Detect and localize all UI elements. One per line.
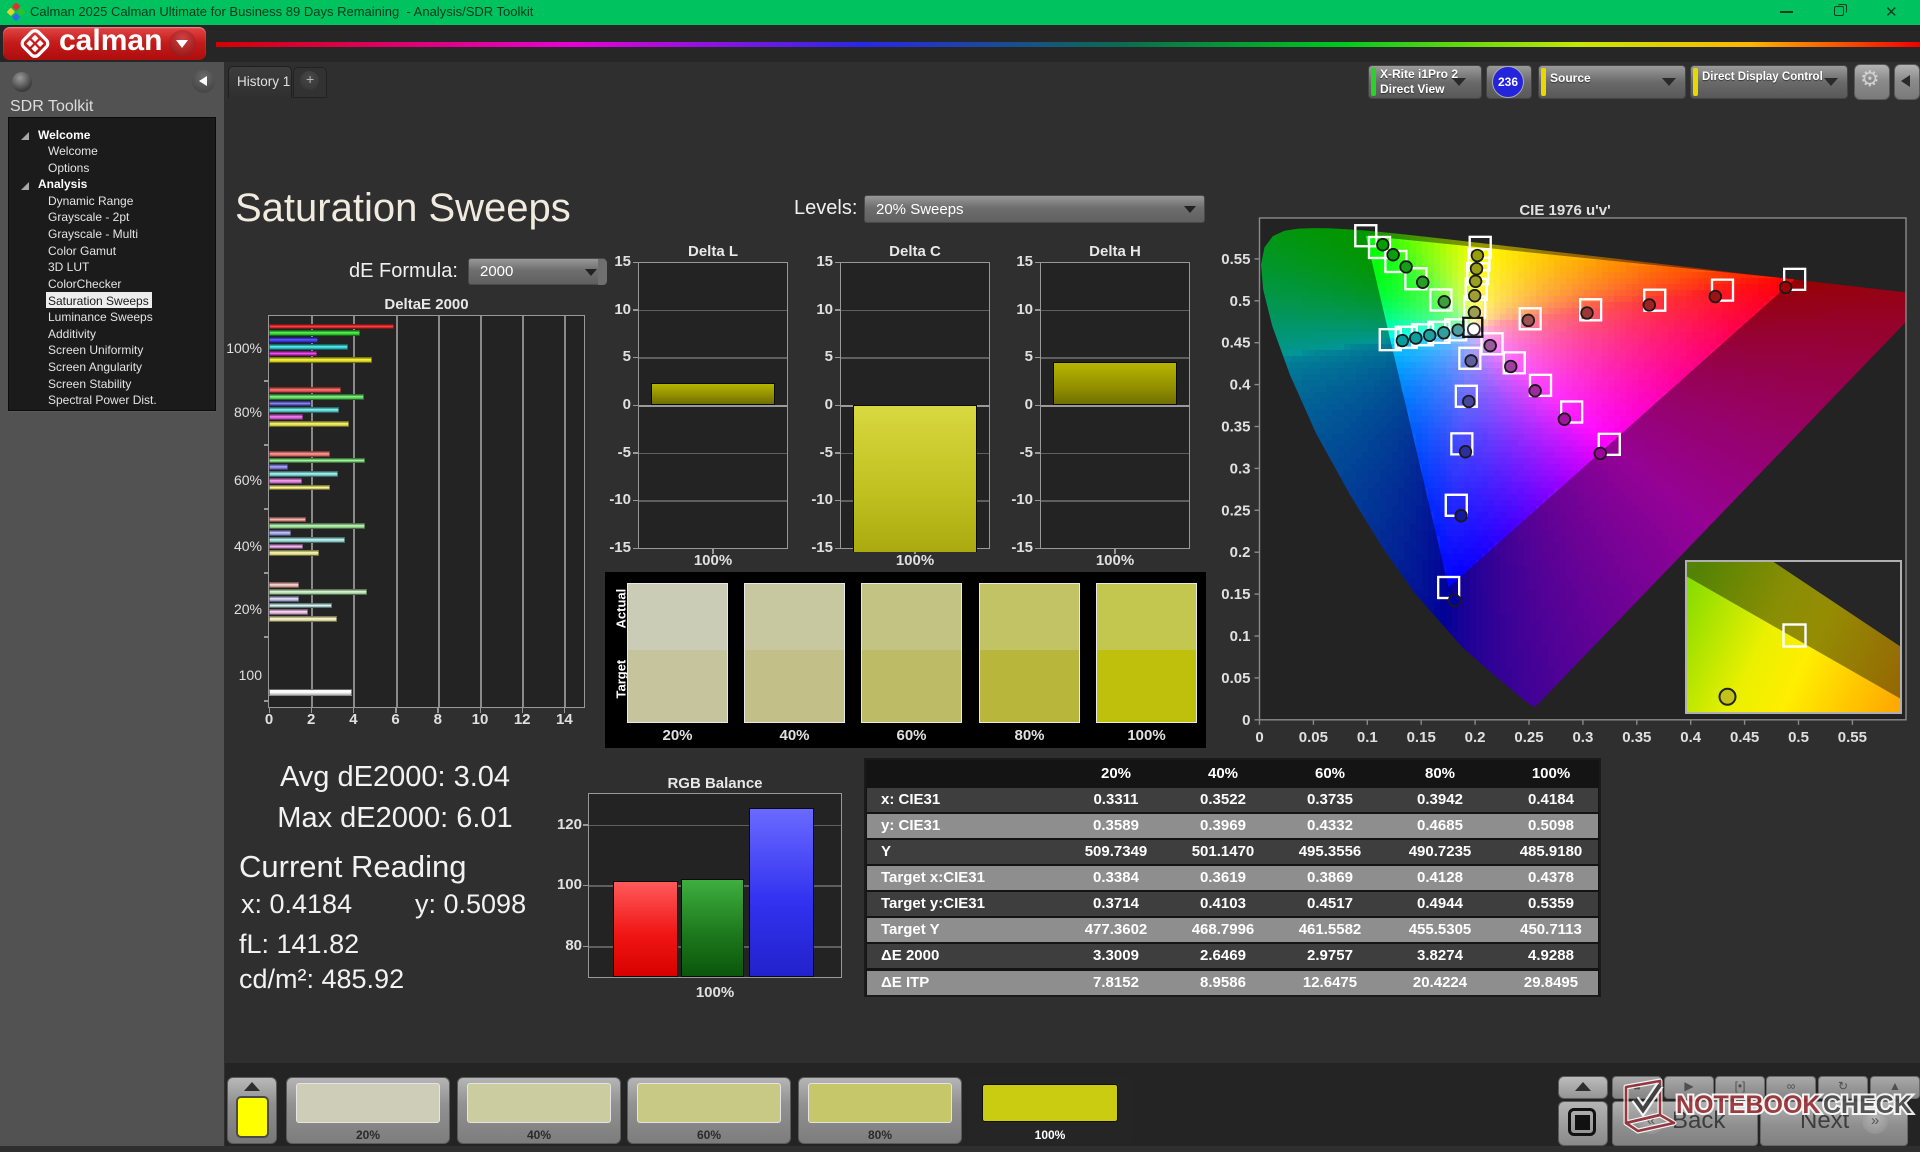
svg-text:0.05: 0.05	[1221, 670, 1250, 687]
svg-text:0.25: 0.25	[1221, 502, 1250, 519]
svg-text:0.1: 0.1	[1230, 628, 1251, 645]
svg-text:0.1: 0.1	[1357, 729, 1378, 746]
svg-text:0.4: 0.4	[1230, 377, 1252, 394]
svg-text:0.15: 0.15	[1221, 586, 1250, 603]
svg-text:0.5: 0.5	[1230, 293, 1251, 310]
svg-text:0.3: 0.3	[1572, 729, 1593, 746]
svg-text:0: 0	[1255, 729, 1263, 746]
svg-text:0.35: 0.35	[1622, 729, 1651, 746]
svg-text:0.2: 0.2	[1465, 729, 1486, 746]
svg-text:0.2: 0.2	[1230, 544, 1251, 561]
svg-text:CIE 1976 u'v': CIE 1976 u'v'	[1519, 202, 1610, 219]
svg-text:0.55: 0.55	[1221, 251, 1250, 268]
svg-text:0.3: 0.3	[1230, 460, 1251, 477]
svg-text:CHECK: CHECK	[1823, 1091, 1912, 1119]
svg-text:NOTEBOOK: NOTEBOOK	[1676, 1091, 1820, 1119]
svg-text:0.05: 0.05	[1299, 729, 1328, 746]
svg-text:0.45: 0.45	[1221, 335, 1250, 352]
svg-text:0.25: 0.25	[1514, 729, 1543, 746]
svg-text:0.5: 0.5	[1788, 729, 1809, 746]
svg-text:0.45: 0.45	[1730, 729, 1759, 746]
svg-text:0.4: 0.4	[1680, 729, 1702, 746]
svg-text:0: 0	[1242, 712, 1250, 729]
svg-text:0.55: 0.55	[1838, 729, 1867, 746]
svg-text:0.35: 0.35	[1221, 419, 1250, 436]
svg-text:0.15: 0.15	[1407, 729, 1436, 746]
